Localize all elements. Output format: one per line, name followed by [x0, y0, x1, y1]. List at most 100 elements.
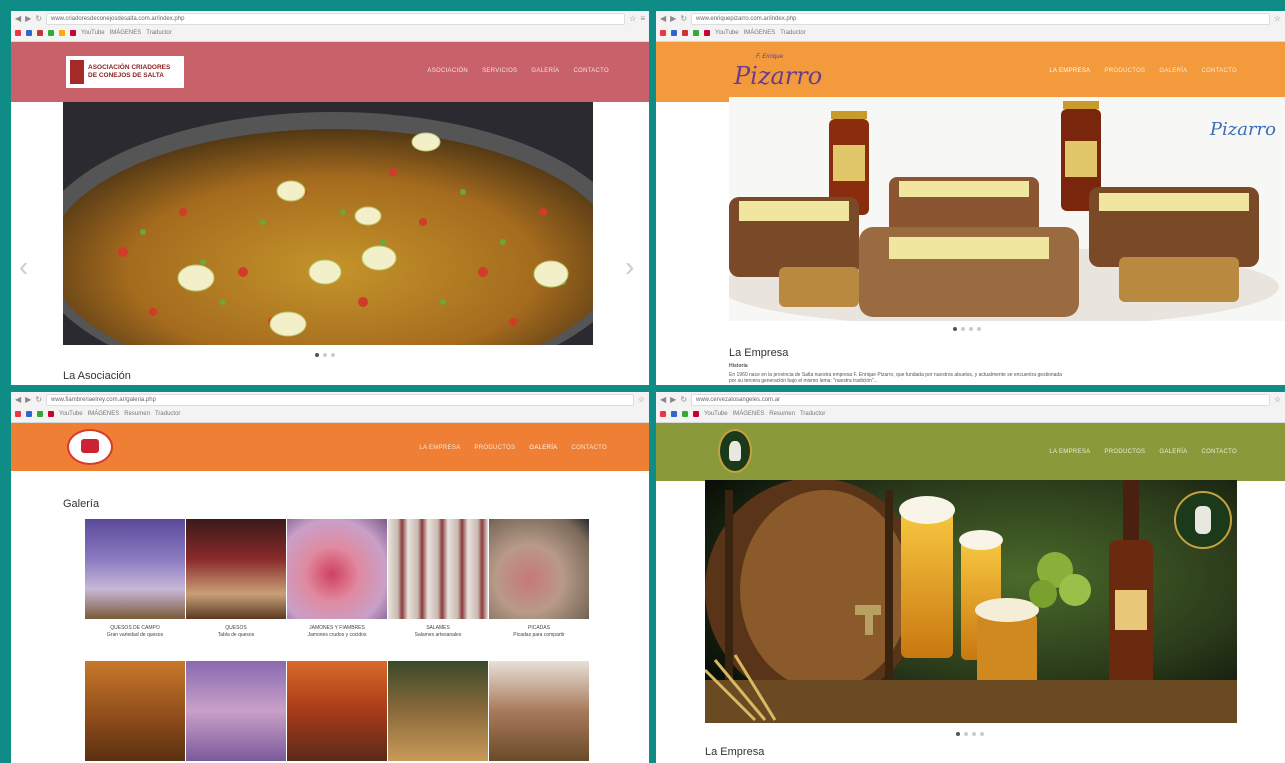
- nav-galeria[interactable]: GALERÍA: [529, 445, 557, 451]
- nav-productos[interactable]: PRODUCTOS: [1104, 68, 1145, 74]
- gallery-image[interactable]: [186, 661, 286, 761]
- nav-productos[interactable]: PRODUCTOS: [1104, 449, 1145, 455]
- carousel-dot[interactable]: [972, 732, 976, 736]
- bookmark-imagenes[interactable]: IMÁGENES: [733, 411, 765, 417]
- bookmark-icon[interactable]: [37, 411, 43, 417]
- url-bar[interactable]: www.fiambreriaelrey.com.ar/galeria.php: [46, 393, 634, 406]
- gallery-item[interactable]: [489, 661, 589, 761]
- youtube-icon[interactable]: [48, 411, 54, 417]
- bookmark-traductor[interactable]: Traductor: [780, 30, 805, 36]
- back-icon[interactable]: ◀: [660, 14, 666, 23]
- gallery-image[interactable]: [85, 519, 185, 619]
- bookmark-resumen[interactable]: Resumen: [124, 411, 150, 417]
- gallery-image[interactable]: [287, 519, 387, 619]
- gallery-image[interactable]: [287, 661, 387, 761]
- carousel-dot[interactable]: [961, 327, 965, 331]
- carousel-dot[interactable]: [969, 327, 973, 331]
- bookmark-icon[interactable]: [37, 30, 43, 36]
- site-logo[interactable]: ASOCIACIÓN CRIADORES DE CONEJOS DE SALTA: [66, 56, 184, 88]
- carousel-next-icon[interactable]: ›: [625, 251, 634, 283]
- gallery-image[interactable]: [388, 661, 488, 761]
- bookmark-icon[interactable]: [671, 411, 677, 417]
- youtube-icon[interactable]: [704, 30, 710, 36]
- bookmark-icon[interactable]: [26, 411, 32, 417]
- gallery-item[interactable]: QUESOS Tabla de quesos: [186, 519, 286, 655]
- nav-empresa[interactable]: LA EMPRESA: [1049, 449, 1090, 455]
- carousel-dot[interactable]: [323, 353, 327, 357]
- reload-icon[interactable]: ↻: [680, 395, 687, 404]
- bookmark-icon[interactable]: [693, 30, 699, 36]
- gallery-image[interactable]: [489, 661, 589, 761]
- carousel-dot[interactable]: [331, 353, 335, 357]
- nav-contacto[interactable]: CONTACTO: [573, 68, 609, 74]
- reload-icon[interactable]: ↻: [680, 14, 687, 23]
- bookmark-icon[interactable]: [660, 30, 666, 36]
- bookmark-imagenes[interactable]: IMÁGENES: [110, 30, 142, 36]
- reload-icon[interactable]: ↻: [35, 395, 42, 404]
- bookmark-youtube[interactable]: YouTube: [81, 30, 105, 36]
- url-bar[interactable]: www.criadoresdeconejosdesalta.com.ar/ind…: [46, 12, 626, 25]
- url-bar[interactable]: www.enriquepizarro.com.ar/index.php: [691, 12, 1270, 25]
- bookmark-icon[interactable]: [682, 30, 688, 36]
- gallery-item[interactable]: PICADAS Picadas para compartir: [489, 519, 589, 655]
- carousel-dot[interactable]: [980, 732, 984, 736]
- nav-empresa[interactable]: LA EMPRESA: [419, 445, 460, 451]
- nav-empresa[interactable]: LA EMPRESA: [1049, 68, 1090, 74]
- bookmark-traductor[interactable]: Traductor: [155, 411, 180, 417]
- bookmark-youtube[interactable]: YouTube: [715, 30, 739, 36]
- gallery-item[interactable]: [186, 661, 286, 761]
- site-logo[interactable]: F. Enrique Pizarro: [734, 52, 822, 92]
- bookmark-traductor[interactable]: Traductor: [146, 30, 171, 36]
- bookmark-icon[interactable]: [48, 30, 54, 36]
- carousel-dot[interactable]: [315, 353, 319, 357]
- back-icon[interactable]: ◀: [15, 14, 21, 23]
- youtube-icon[interactable]: [693, 411, 699, 417]
- gallery-item[interactable]: [287, 661, 387, 761]
- site-logo[interactable]: [67, 429, 113, 465]
- bookmark-resumen[interactable]: Resumen: [769, 411, 795, 417]
- bookmark-youtube[interactable]: YouTube: [704, 411, 728, 417]
- bookmark-icon[interactable]: [15, 30, 21, 36]
- gallery-item[interactable]: [388, 661, 488, 761]
- gallery-item[interactable]: JAMONES Y FIAMBRES Jamones crudos y cocid…: [287, 519, 387, 655]
- nav-productos[interactable]: PRODUCTOS: [474, 445, 515, 451]
- gallery-item[interactable]: [85, 661, 185, 761]
- nav-galeria[interactable]: GALERÍA: [531, 68, 559, 74]
- forward-icon[interactable]: ▶: [670, 395, 676, 404]
- carousel-dot[interactable]: [977, 327, 981, 331]
- gallery-item[interactable]: QUESOS DE CAMPO Gran variedad de quesos: [85, 519, 185, 655]
- carousel-dot[interactable]: [956, 732, 960, 736]
- forward-icon[interactable]: ▶: [670, 14, 676, 23]
- nav-asociacion[interactable]: ASOCIACIÓN: [427, 68, 468, 74]
- nav-servicios[interactable]: SERVICIOS: [482, 68, 517, 74]
- nav-contacto[interactable]: CONTACTO: [571, 445, 607, 451]
- url-bar[interactable]: www.cervezalosangeles.com.ar: [691, 393, 1270, 406]
- nav-contacto[interactable]: CONTACTO: [1201, 449, 1237, 455]
- star-icon[interactable]: ☆: [1274, 395, 1281, 404]
- youtube-icon[interactable]: [70, 30, 76, 36]
- site-logo[interactable]: [718, 429, 752, 473]
- bookmark-icon[interactable]: [59, 30, 65, 36]
- gallery-image[interactable]: [186, 519, 286, 619]
- bookmark-traductor[interactable]: Traductor: [800, 411, 825, 417]
- forward-icon[interactable]: ▶: [25, 395, 31, 404]
- gallery-item[interactable]: SALAMES Salames artesanales: [388, 519, 488, 655]
- nav-contacto[interactable]: CONTACTO: [1201, 68, 1237, 74]
- bookmark-youtube[interactable]: YouTube: [59, 411, 83, 417]
- gallery-image[interactable]: [388, 519, 488, 619]
- back-icon[interactable]: ◀: [15, 395, 21, 404]
- bookmark-icon[interactable]: [26, 30, 32, 36]
- menu-icon[interactable]: ≡: [640, 14, 645, 23]
- gallery-image[interactable]: [489, 519, 589, 619]
- carousel-dot[interactable]: [964, 732, 968, 736]
- star-icon[interactable]: ☆: [638, 395, 645, 404]
- bookmark-icon[interactable]: [15, 411, 21, 417]
- carousel-prev-icon[interactable]: ‹: [19, 251, 28, 283]
- nav-galeria[interactable]: GALERÍA: [1159, 68, 1187, 74]
- star-icon[interactable]: ☆: [1274, 14, 1281, 23]
- bookmark-icon[interactable]: [660, 411, 666, 417]
- bookmark-icon[interactable]: [682, 411, 688, 417]
- reload-icon[interactable]: ↻: [35, 14, 42, 23]
- forward-icon[interactable]: ▶: [25, 14, 31, 23]
- back-icon[interactable]: ◀: [660, 395, 666, 404]
